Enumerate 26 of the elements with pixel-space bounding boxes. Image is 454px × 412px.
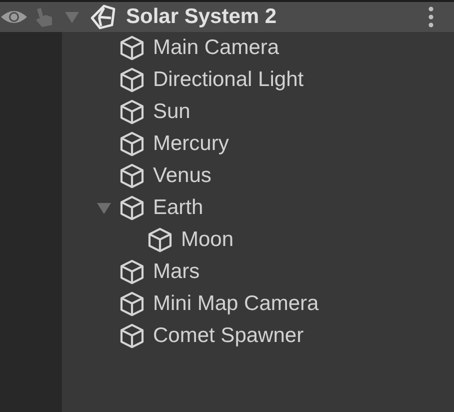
cube-icon (118, 258, 146, 286)
hierarchy-item[interactable]: Directional Light (118, 64, 304, 96)
cube-icon (118, 194, 146, 222)
cube-icon (118, 130, 146, 158)
scene-title: Solar System 2 (126, 4, 277, 30)
hierarchy-item[interactable]: Moon (146, 224, 234, 256)
cube-icon (146, 226, 174, 254)
hierarchy-item[interactable]: Mercury (118, 128, 229, 160)
hierarchy-item[interactable]: Sun (118, 96, 190, 128)
hierarchy-item[interactable]: Venus (118, 160, 212, 192)
cube-icon (118, 66, 146, 94)
more-options-icon[interactable] (428, 6, 434, 28)
cube-icon (118, 322, 146, 350)
expanded-arrow-icon[interactable] (96, 200, 112, 216)
cube-icon (118, 34, 146, 62)
eye-icon[interactable] (0, 8, 28, 26)
cube-icon (118, 162, 146, 190)
cube-icon (118, 290, 146, 318)
hierarchy-item[interactable]: Earth (118, 192, 204, 224)
hierarchy-item[interactable]: Mars (118, 256, 200, 288)
hierarchy-item[interactable]: Main Camera (118, 32, 280, 64)
cube-icon (118, 98, 146, 126)
hierarchy-item[interactable]: Mini Map Camera (118, 288, 319, 320)
unity-logo-icon (90, 4, 116, 30)
hierarchy-item[interactable]: Comet Spawner (118, 320, 304, 352)
expanded-arrow-icon[interactable] (64, 9, 80, 25)
